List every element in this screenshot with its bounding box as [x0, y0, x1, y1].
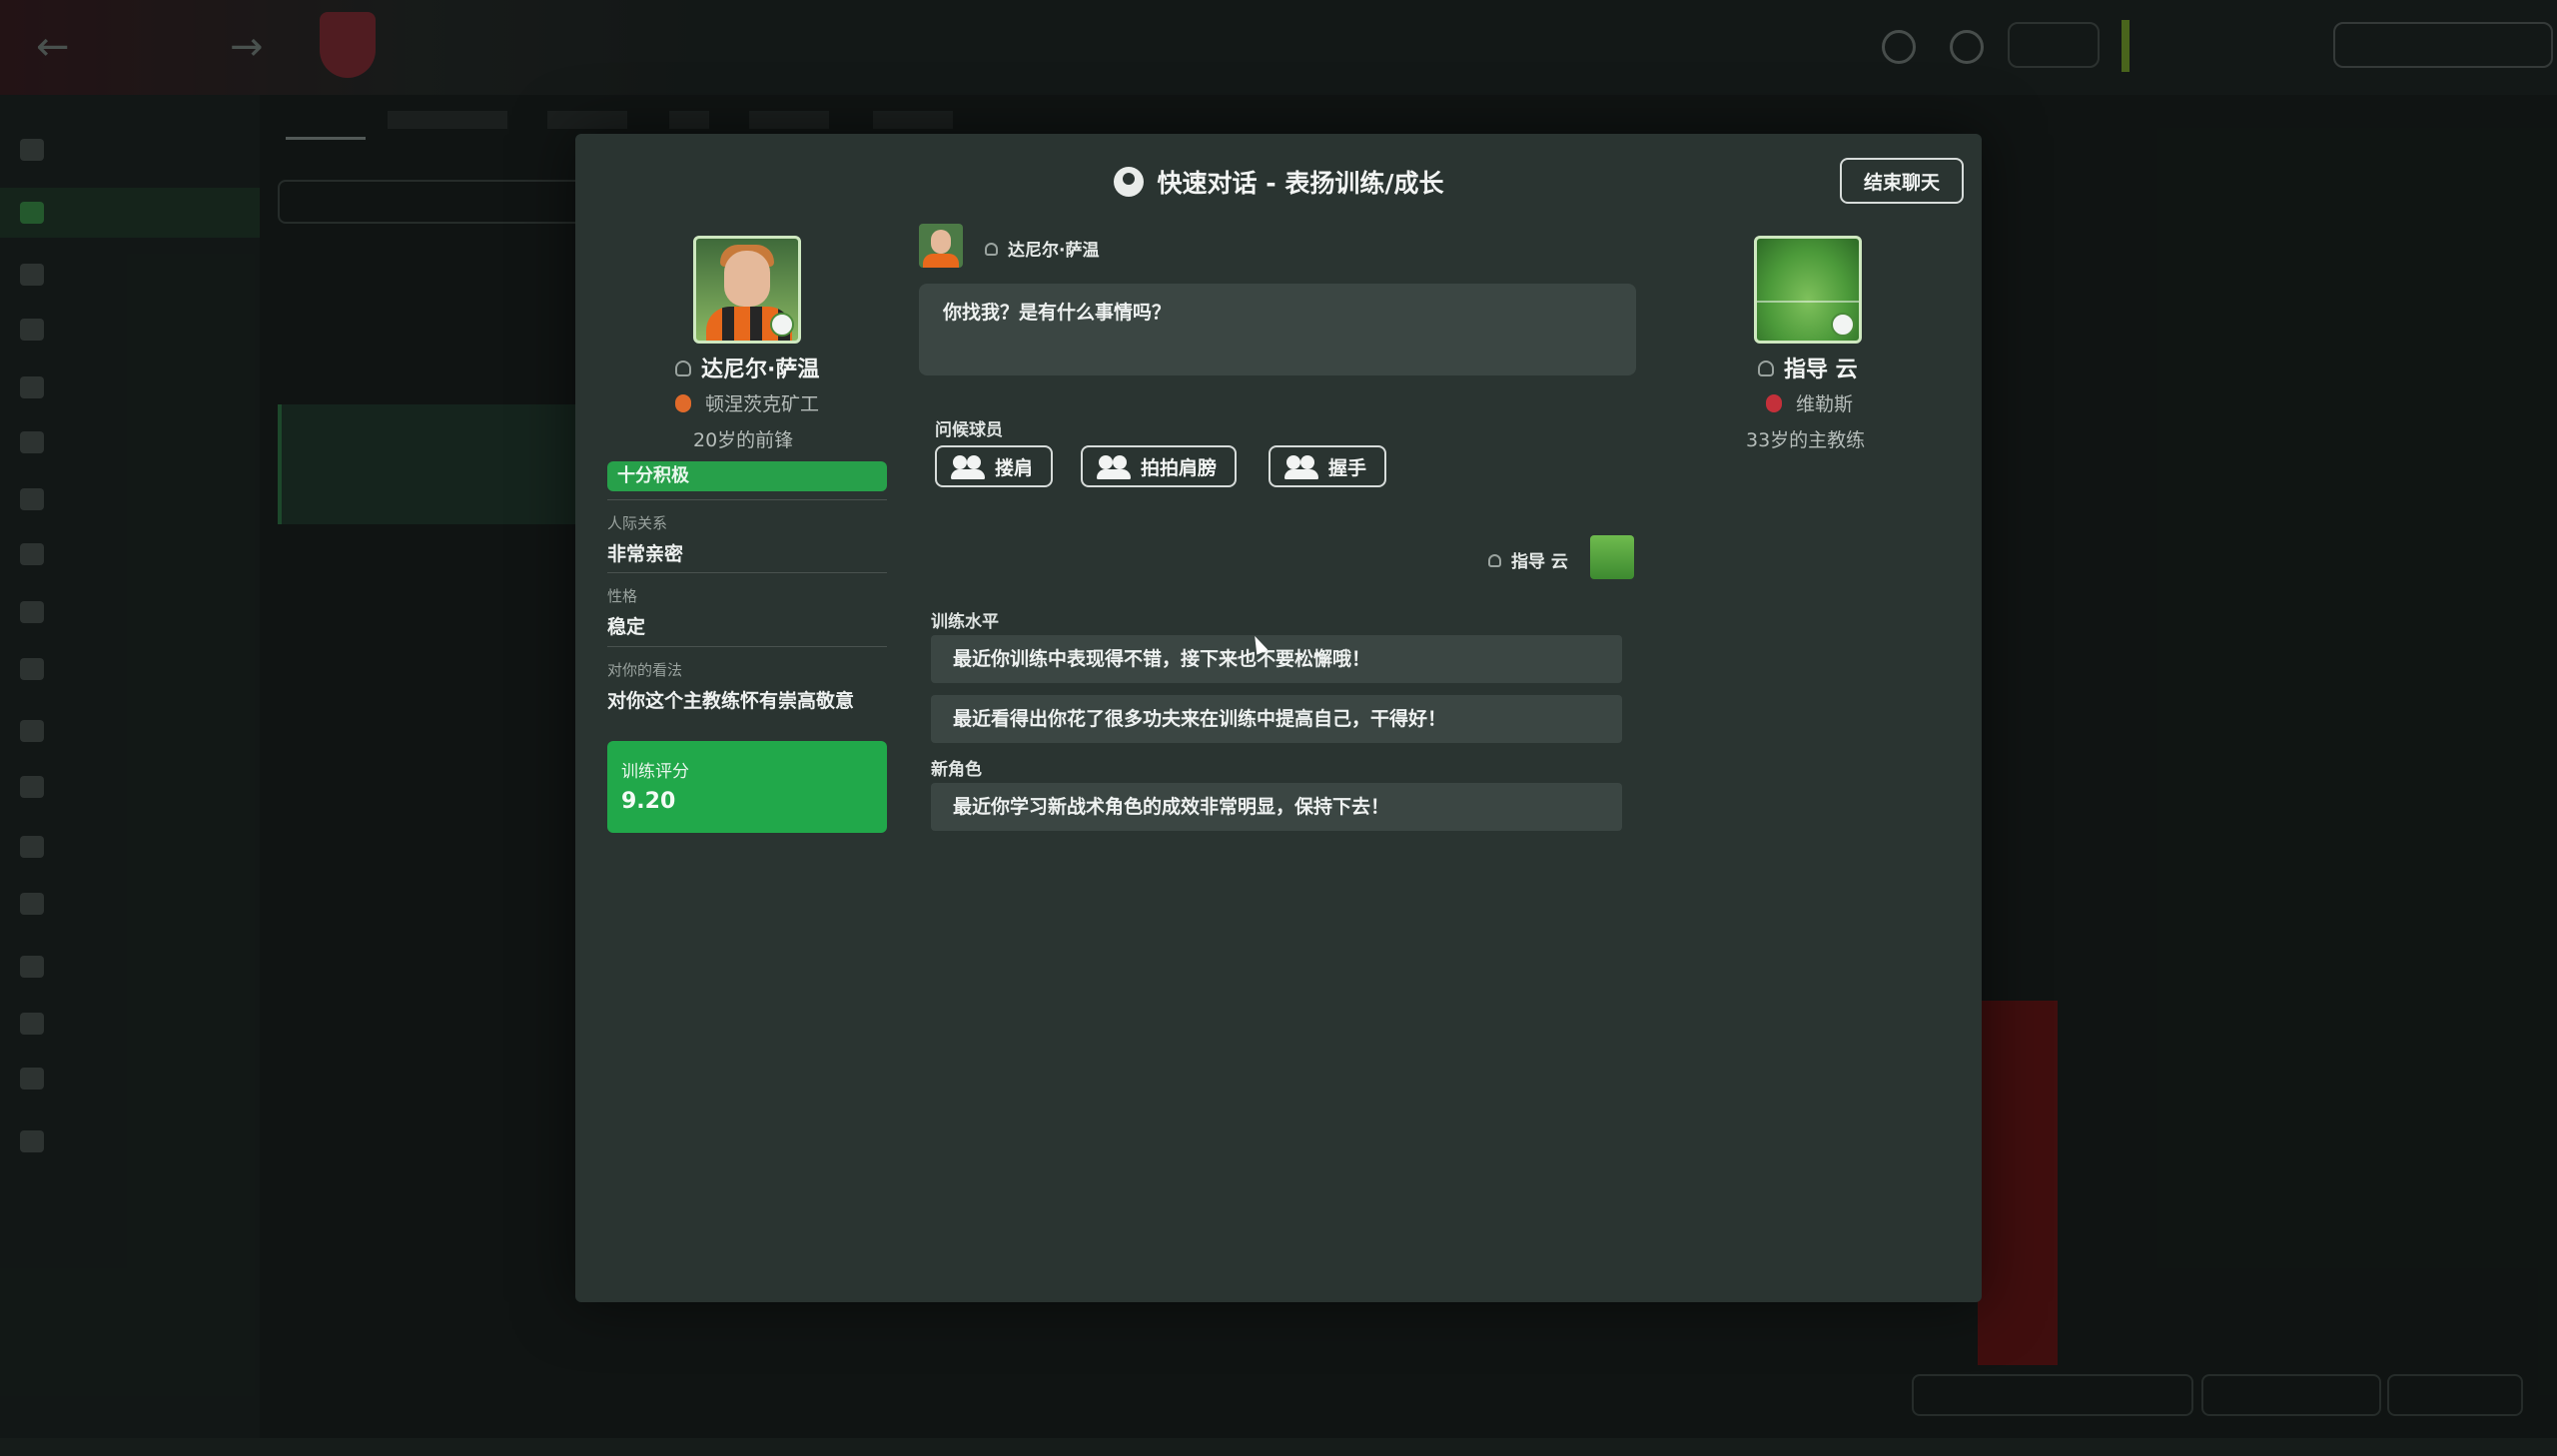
training-rating-card: 训练评分 9.20: [607, 741, 887, 833]
personality-label: 性格: [607, 587, 638, 605]
opinion-block: 对你的看法 对你这个主教练怀有崇高敬意: [607, 646, 887, 713]
player-club[interactable]: 顿涅茨克矿工: [675, 389, 819, 416]
quick-chat-modal: 快速对话 - 表扬训练/成长 结束聊天 达尼尔·萨温 顿涅茨克矿工 20岁的前锋…: [575, 134, 1982, 1302]
player-badge-icon: [770, 313, 794, 337]
club-crest-icon: [1766, 394, 1782, 412]
chat-bubble-icon: [1113, 167, 1144, 197]
person-icon: [1488, 554, 1501, 567]
player-speaker: 达尼尔·萨温: [985, 236, 1099, 261]
coach-age-role: 33岁的主教练: [1746, 429, 1866, 451]
coach-badge-icon: [1831, 313, 1855, 337]
opinion-value: 对你这个主教练怀有崇高敬意: [607, 690, 855, 712]
player-name[interactable]: 达尼尔·萨温: [675, 352, 819, 383]
coach-speaker-text: 指导 云: [1511, 552, 1568, 572]
player-speaker-text: 达尼尔·萨温: [1008, 241, 1100, 261]
opinion-label: 对你的看法: [607, 661, 683, 679]
training-rating-label: 训练评分: [621, 762, 689, 782]
training-option-2[interactable]: 最近看得出你花了很多功夫来在训练中提高自己，干得好！: [931, 695, 1622, 743]
two-people-icon: [951, 454, 985, 479]
arm-around-button[interactable]: 搂肩: [935, 445, 1054, 487]
two-people-icon: [1097, 454, 1131, 479]
coach-name-text: 指导 云: [1784, 358, 1858, 382]
person-icon: [675, 361, 691, 376]
player-age-role: 20岁的前锋: [693, 429, 794, 451]
relationship-block: 人际关系 非常亲密: [607, 499, 887, 566]
coach-club[interactable]: 维勒斯: [1766, 389, 1853, 416]
modal-title-text: 快速对话 - 表扬训练/成长: [1157, 169, 1444, 198]
training-section-label: 训练水平: [931, 612, 999, 632]
personality-block: 性格 稳定: [607, 572, 887, 639]
training-option-1[interactable]: 最近你训练中表现得不错，接下来也不要松懈哦！: [931, 635, 1622, 683]
greeting-section-label: 问候球员: [935, 420, 1003, 440]
handshake-icon: [1284, 454, 1318, 479]
handshake-label: 握手: [1328, 456, 1367, 479]
coach-mini-avatar: [1590, 535, 1634, 579]
new-role-section-label: 新角色: [931, 760, 982, 780]
coach-portrait[interactable]: [1754, 236, 1862, 344]
coach-speaker: 指导 云: [1488, 547, 1568, 572]
pitch-line: [1757, 301, 1859, 303]
person-icon: [1758, 361, 1774, 376]
club-crest-icon: [675, 394, 691, 412]
player-mood-badge: 十分积极: [607, 461, 887, 491]
relationship-value: 非常亲密: [607, 543, 684, 565]
relationship-label: 人际关系: [607, 514, 668, 532]
personality-value: 稳定: [607, 616, 646, 638]
player-name-text: 达尼尔·萨温: [701, 358, 820, 382]
modal-title: 快速对话 - 表扬训练/成长: [575, 164, 1982, 200]
player-club-text: 顿涅茨克矿工: [705, 393, 820, 415]
coach-club-text: 维勒斯: [1796, 393, 1854, 415]
end-chat-button[interactable]: 结束聊天: [1840, 158, 1964, 204]
player-portrait[interactable]: [693, 236, 801, 344]
coach-name[interactable]: 指导 云: [1758, 352, 1858, 383]
player-message-bubble: 你找我？是有什么事情吗？: [919, 284, 1636, 375]
player-face: [724, 251, 770, 307]
handshake-button[interactable]: 握手: [1269, 445, 1387, 487]
new-role-option-1[interactable]: 最近你学习新战术角色的成效非常明显，保持下去！: [931, 783, 1622, 831]
training-rating-value: 9.20: [621, 789, 676, 814]
pat-shoulder-button[interactable]: 拍拍肩膀: [1081, 445, 1238, 487]
person-icon: [985, 243, 998, 256]
pat-shoulder-label: 拍拍肩膀: [1141, 456, 1218, 479]
arm-around-label: 搂肩: [995, 456, 1034, 479]
player-mini-avatar: [919, 224, 963, 268]
